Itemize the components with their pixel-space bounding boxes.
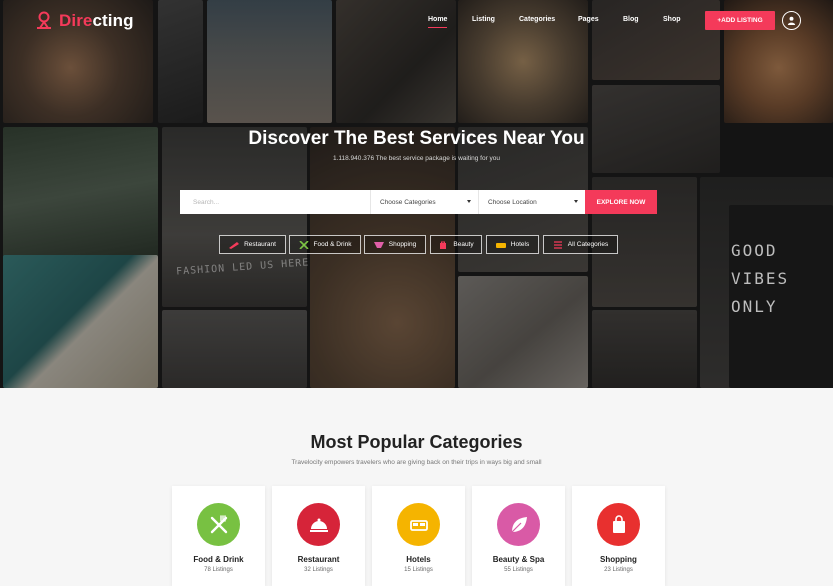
chip-label: Restaurant bbox=[244, 241, 276, 248]
shopping-icon bbox=[373, 241, 384, 248]
search-bar: Choose Categories Choose Location EXPLOR… bbox=[180, 190, 657, 214]
hero-title: Discover The Best Services Near You bbox=[248, 128, 585, 149]
bed-icon bbox=[495, 242, 506, 248]
category-select-value: Choose Categories bbox=[380, 198, 436, 206]
section-subtitle: Travelocity empowers travelers who are g… bbox=[291, 459, 542, 466]
add-listing-button[interactable]: +ADD LISTING bbox=[705, 11, 775, 30]
category-icon-circle bbox=[597, 503, 640, 546]
hero-subtitle: 1.118.940.376 The best service package i… bbox=[332, 155, 501, 162]
chip-restaurant[interactable]: Restaurant bbox=[219, 235, 286, 254]
category-card-hotels[interactable]: Hotels 15 Listings bbox=[372, 486, 465, 586]
location-select[interactable]: Choose Location bbox=[478, 190, 585, 214]
category-icon-circle bbox=[497, 503, 540, 546]
nav-home[interactable]: Home bbox=[428, 16, 448, 28]
list-icon bbox=[553, 240, 562, 249]
nav-listing[interactable]: Listing bbox=[472, 16, 495, 23]
chip-label: All Categories bbox=[567, 241, 609, 248]
bed-icon bbox=[409, 519, 428, 531]
chip-food-drink[interactable]: Food & Drink bbox=[289, 235, 361, 254]
category-count: 23 Listings bbox=[604, 567, 633, 573]
category-icon-circle bbox=[197, 503, 240, 546]
category-icon-circle bbox=[397, 503, 440, 546]
category-name: Beauty & Spa bbox=[492, 555, 545, 564]
category-count: 15 Listings bbox=[404, 567, 433, 573]
category-card-shopping[interactable]: Shopping 23 Listings bbox=[572, 486, 665, 586]
explore-now-button[interactable]: EXPLORE NOW bbox=[585, 190, 657, 214]
chip-all-categories[interactable]: All Categories bbox=[543, 235, 618, 254]
chip-label: Food & Drink bbox=[313, 241, 352, 248]
category-name: Food & Drink bbox=[193, 555, 244, 564]
chip-shopping[interactable]: Shopping bbox=[364, 235, 426, 254]
category-name: Shopping bbox=[600, 555, 637, 564]
shopping-bag-icon bbox=[612, 514, 625, 533]
category-name: Restaurant bbox=[297, 555, 340, 564]
category-card-restaurant[interactable]: Restaurant 32 Listings bbox=[272, 486, 365, 586]
category-card-food-drink[interactable]: Food & Drink 78 Listings bbox=[172, 486, 265, 586]
quick-category-chips: Restaurant Food & Drink Shopping Beauty … bbox=[0, 235, 833, 254]
category-count: 55 Listings bbox=[504, 567, 533, 573]
category-icon-circle bbox=[297, 503, 340, 546]
chip-label: Hotels bbox=[510, 241, 530, 248]
search-input[interactable] bbox=[180, 190, 370, 214]
nav-shop[interactable]: Shop bbox=[663, 16, 681, 23]
chip-label: Beauty bbox=[453, 241, 474, 248]
beauty-bag-icon bbox=[440, 241, 447, 249]
chip-label: Shopping bbox=[388, 241, 417, 248]
nav-categories[interactable]: Categories bbox=[519, 16, 555, 23]
caret-down-icon bbox=[467, 200, 471, 203]
leaf-icon bbox=[511, 516, 527, 532]
nav-blog[interactable]: Blog bbox=[623, 16, 639, 23]
fork-knife-icon bbox=[210, 514, 227, 533]
restaurant-icon bbox=[229, 241, 240, 249]
category-count: 32 Listings bbox=[304, 567, 333, 573]
category-card-beauty-spa[interactable]: Beauty & Spa 55 Listings bbox=[472, 486, 565, 586]
chip-beauty[interactable]: Beauty bbox=[430, 235, 482, 254]
user-icon bbox=[787, 16, 796, 25]
location-select-value: Choose Location bbox=[488, 198, 537, 206]
category-cards: Food & Drink 78 Listings Restaurant 32 L… bbox=[0, 486, 833, 586]
user-account-button[interactable] bbox=[782, 11, 801, 30]
nav-pages[interactable]: Pages bbox=[578, 16, 599, 23]
cloche-icon bbox=[309, 518, 328, 532]
fork-knife-icon bbox=[298, 240, 309, 249]
category-count: 78 Listings bbox=[204, 567, 233, 573]
category-name: Hotels bbox=[406, 555, 431, 564]
caret-down-icon bbox=[574, 200, 578, 203]
section-title: Most Popular Categories bbox=[310, 432, 523, 452]
category-select[interactable]: Choose Categories bbox=[370, 190, 478, 214]
chip-hotels[interactable]: Hotels bbox=[486, 235, 539, 254]
